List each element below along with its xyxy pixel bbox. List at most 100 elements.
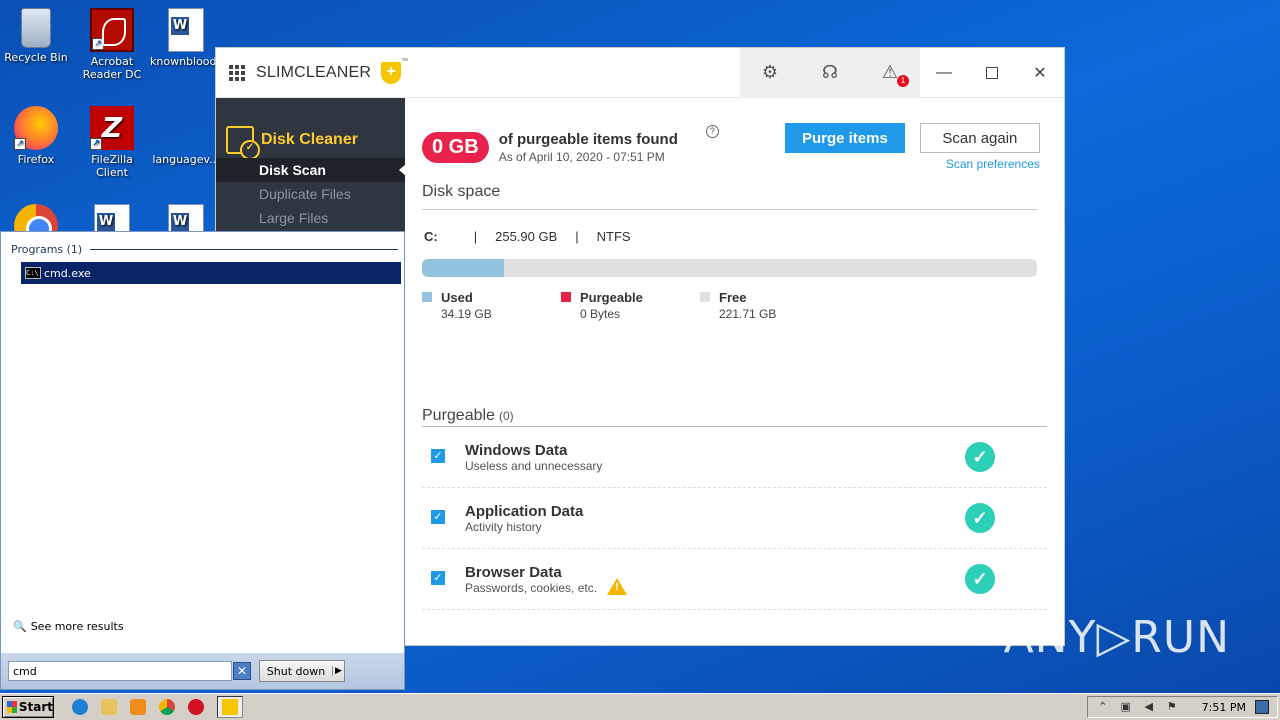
legend-value: 221.71 GB — [719, 307, 777, 321]
desktop-icon-acrobat[interactable]: ↗ Acrobat Reader DC — [76, 8, 148, 81]
warning-icon[interactable] — [607, 577, 628, 595]
sidebar-item-disk-scan[interactable]: Disk Scan — [216, 158, 406, 182]
main-content: 0 GB of purgeable items found As of Apri… — [422, 98, 1048, 610]
purgeable-row-application-data[interactable]: ✓ Application Data Activity history ✓ — [422, 488, 1047, 549]
toolbar: ⚙ ☊ ⚠ 1 — [740, 47, 920, 98]
desktop-icon-label: languagev... — [152, 153, 220, 166]
clock[interactable]: 7:51 PM — [1202, 701, 1246, 714]
gear-icon[interactable]: ⚙ — [740, 48, 800, 98]
opera-icon[interactable] — [188, 699, 204, 715]
scan-summary: 0 GB of purgeable items found As of Apri… — [422, 123, 1048, 171]
show-hidden-icons-icon[interactable]: ⌃ — [1096, 700, 1110, 714]
check-circle-icon: ✓ — [965, 564, 995, 594]
desktop-icon-firefox[interactable]: ↗ Firefox — [0, 106, 72, 166]
search-result-cmd[interactable]: C:\ cmd.exe — [21, 262, 401, 284]
windows-logo-icon — [7, 701, 17, 713]
internet-explorer-icon[interactable] — [72, 699, 88, 715]
taskbar: Start ⌃ ▣ ◀ ⚑ 7:51 PM — [0, 693, 1280, 720]
purgeable-title-label: Purgeable — [422, 407, 495, 424]
sidebar-section-disk-cleaner[interactable]: Disk Cleaner — [226, 126, 405, 160]
checkbox[interactable]: ✓ — [431, 510, 445, 524]
purge-items-button[interactable]: Purge items — [784, 123, 905, 153]
trademark: ™ — [401, 58, 409, 65]
file-icon — [164, 106, 208, 150]
sidebar-item-large-files[interactable]: Large Files — [216, 206, 405, 230]
desktop-icon-languagev[interactable]: languagev... — [150, 106, 222, 166]
start-menu-footer: cmd ✕ Shut down ▶ — [1, 653, 404, 689]
desktop-icon-label: Firefox — [17, 153, 55, 166]
row-subtitle: Passwords, cookies, etc. — [465, 580, 598, 595]
separator: | — [473, 229, 478, 244]
desktop-icon-label: FileZilla Client — [91, 153, 133, 179]
checkbox[interactable]: ✓ — [431, 571, 445, 585]
warning-icon[interactable]: ⚠ 1 — [860, 48, 920, 98]
scan-again-button[interactable]: Scan again — [919, 123, 1040, 153]
maximize-button[interactable] — [968, 48, 1016, 98]
disk-space-title: Disk space — [422, 183, 1037, 210]
help-icon[interactable]: ? — [705, 125, 719, 138]
drive-size: 255.90 GB — [495, 229, 558, 244]
shutdown-options-arrow[interactable]: ▶ — [332, 666, 344, 676]
quick-launch — [72, 696, 243, 718]
scan-preferences-link[interactable]: Scan preferences — [905, 157, 1040, 171]
headset-icon[interactable]: ☊ — [800, 48, 860, 98]
shutdown-label: Shut down — [266, 664, 326, 678]
sidebar-item-duplicate-files[interactable]: Duplicate Files — [216, 182, 405, 206]
start-menu: Programs (1) C:\ cmd.exe 🔍 See more resu… — [0, 231, 405, 690]
sidebar-section-label: Disk Cleaner — [261, 131, 358, 148]
app-title: SLIMCLEANER — [256, 63, 372, 81]
row-title: Application Data — [465, 502, 584, 520]
checkbox[interactable]: ✓ — [431, 449, 445, 463]
summary-headline: of purgeable items found — [498, 130, 678, 148]
legend-name: Used — [441, 290, 473, 305]
search-input[interactable]: cmd — [8, 661, 232, 681]
chrome-icon[interactable] — [159, 699, 175, 715]
clear-search-button[interactable]: ✕ — [233, 662, 251, 680]
folder-icon[interactable] — [101, 699, 117, 715]
desktop-icon-label: knownblood... — [150, 55, 228, 68]
desktop-icon-knownblood[interactable]: knownblood... — [150, 8, 228, 68]
title-bar: SLIMCLEANER + ™ ⚙ ☊ ⚠ 1 — ✕ — [216, 47, 1064, 98]
drive-filesystem: NTFS — [596, 229, 631, 244]
apps-grid-icon[interactable] — [229, 64, 245, 81]
recycle-bin-icon — [21, 8, 51, 48]
disk-cleaner-icon — [226, 126, 260, 160]
minimize-button[interactable]: — — [920, 48, 968, 98]
alert-badge: 1 — [897, 74, 909, 87]
purgeable-row-windows-data[interactable]: ✓ Windows Data Useless and unnecessary ✓ — [422, 427, 1047, 488]
show-desktop-icon[interactable] — [1255, 700, 1269, 714]
drive-info: C: | 255.90 GB | NTFS — [422, 229, 1048, 244]
disk-usage-bar — [422, 259, 1037, 277]
word-document-icon — [168, 8, 204, 52]
start-button[interactable]: Start — [2, 696, 54, 718]
legend-free: Free 221.71 GB — [700, 290, 839, 321]
legend-value: 0 Bytes — [580, 307, 621, 321]
start-label: Start — [18, 700, 53, 714]
legend-purgeable: Purgeable 0 Bytes — [561, 290, 700, 321]
slimcleaner-taskbar-button[interactable] — [217, 696, 243, 718]
legend-value: 34.19 GB — [441, 307, 492, 321]
purgeable-row-browser-data[interactable]: ✓ Browser Data Passwords, cookies, etc. … — [422, 549, 1047, 610]
volume-icon[interactable]: ◀ — [1142, 700, 1156, 714]
shutdown-button[interactable]: Shut down ▶ — [259, 660, 345, 682]
legend-name: Purgeable — [580, 290, 643, 305]
legend-name: Free — [719, 290, 747, 305]
desktop-icon-recycle-bin[interactable]: Recycle Bin — [0, 8, 72, 64]
desktop-icon-filezilla[interactable]: Z ↗ FileZilla Client — [76, 106, 148, 179]
search-icon: 🔍 — [13, 620, 27, 633]
summary-date: As of April 10, 2020 - 07:51 PM — [498, 149, 665, 164]
see-more-results-link[interactable]: 🔍 See more results — [13, 620, 124, 633]
network-icon[interactable]: ▣ — [1119, 700, 1133, 714]
firefox-icon: ↗ — [14, 106, 58, 150]
row-subtitle: Useless and unnecessary — [465, 458, 603, 473]
legend-swatch — [422, 292, 432, 302]
close-button[interactable]: ✕ — [1016, 48, 1064, 98]
anyrun-watermark: ANY▷RUN — [1003, 612, 1230, 663]
drive-letter: C: — [424, 229, 438, 244]
desktop-icon-label: Recycle Bin — [4, 51, 68, 64]
flag-icon[interactable]: ⚑ — [1165, 700, 1179, 714]
command-prompt-icon: C:\ — [25, 267, 41, 279]
media-player-icon[interactable] — [130, 699, 146, 715]
disk-usage-used-fill — [422, 259, 505, 277]
separator: | — [575, 229, 579, 244]
